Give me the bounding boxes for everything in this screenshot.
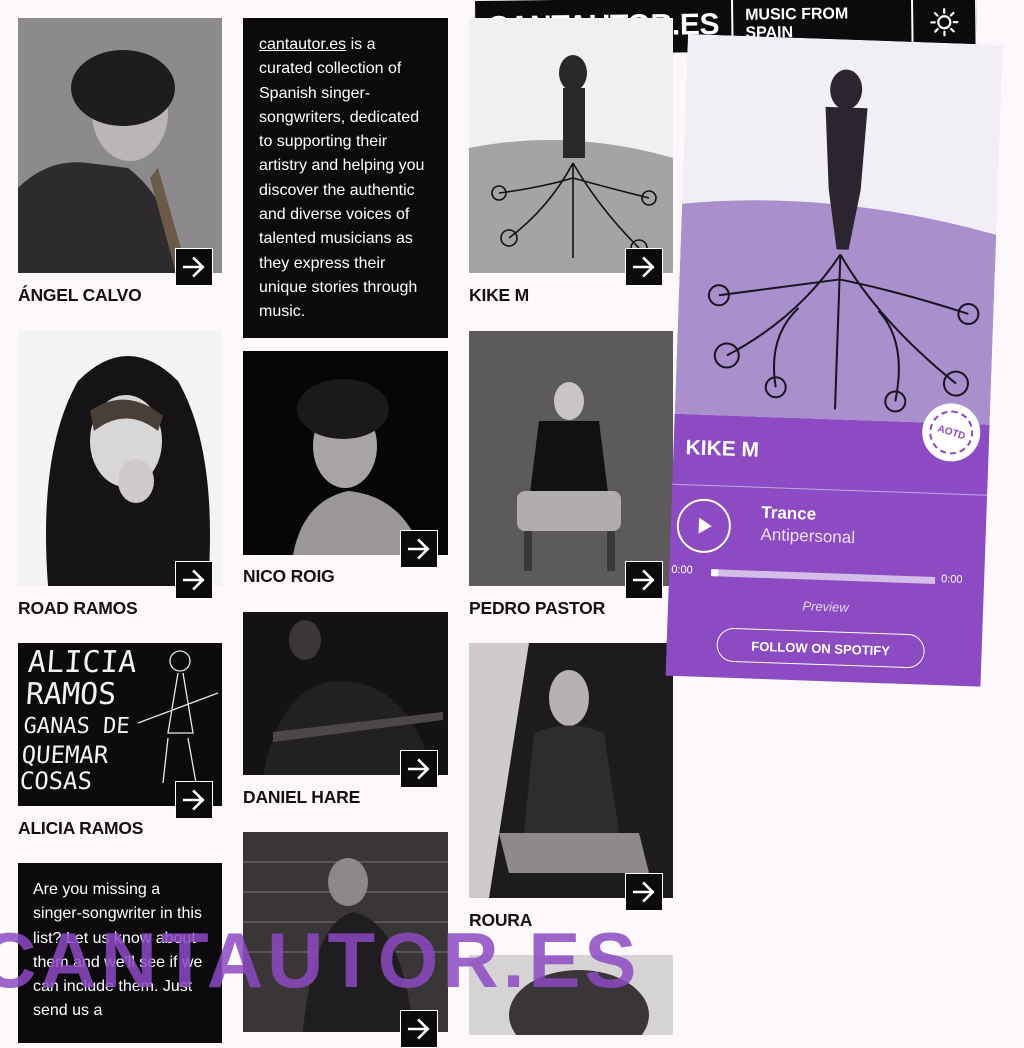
artist-photo [469,331,673,586]
missing-artist-box: Are you missing a singer-songwriter in t… [18,863,222,1043]
artist-photo [243,351,448,555]
artist-name[interactable]: ALICIA RAMOS [18,818,143,839]
artist-photo [18,18,222,273]
cover-text-line: ALICIA [27,647,138,679]
play-button[interactable] [676,498,732,554]
artist-name[interactable]: DANIEL HARE [243,787,360,808]
cover-text-line: COSAS [19,767,129,795]
sun-icon [929,7,959,37]
arrow-right-icon [181,787,207,813]
artist-photo [469,955,673,1035]
open-artist-button[interactable] [175,781,213,819]
missing-artist-text: Are you missing a singer-songwriter in t… [33,881,202,1019]
arrow-right-icon [406,536,432,562]
artist-name[interactable]: ROURA [469,910,532,931]
arrow-right-icon [631,254,657,280]
track-title: Trance [761,503,816,525]
open-artist-button[interactable] [175,561,213,599]
artist-name[interactable]: ROAD RAMOS [18,598,138,619]
open-artist-button[interactable] [625,873,663,911]
arrow-right-icon [631,567,657,593]
preview-label: Preview [668,594,983,620]
player-artwork [675,34,1003,425]
cover-text-line: GANAS DE [22,711,133,743]
open-artist-button[interactable] [625,248,663,286]
follow-on-spotify-button[interactable]: FOLLOW ON SPOTIFY [716,627,925,668]
artist-photo [18,331,222,586]
progress-bar[interactable] [711,569,935,584]
time-current: 0:00 [671,564,693,577]
track-album: Antipersonal [760,525,855,548]
artist-name[interactable]: PEDRO PASTOR [469,598,605,619]
aotd-badge-text: AOTD [936,423,966,442]
time-total: 0:00 [941,573,963,586]
play-icon [691,513,716,538]
open-artist-button[interactable] [400,750,438,788]
open-artist-button[interactable] [175,248,213,286]
artist-name[interactable]: ÁNGEL CALVO [18,285,142,306]
arrow-right-icon [631,879,657,905]
intro-text: is a curated collection of Spanish singe… [259,36,424,320]
artist-name[interactable]: NICO ROIG [243,566,335,587]
open-artist-button[interactable] [400,530,438,568]
arrow-right-icon [181,567,207,593]
artist-photo [469,18,673,273]
player-artist-name[interactable]: KIKE M [685,436,759,463]
open-artist-button[interactable] [400,1010,438,1048]
cover-text-line: QUEMAR [21,743,131,767]
artist-name[interactable]: KIKE M [469,285,529,306]
arrow-right-icon [406,756,432,782]
site-link[interactable]: cantautor.es [259,36,346,53]
open-artist-button[interactable] [625,561,663,599]
artist-photo [469,643,673,898]
progress-fill [711,569,718,576]
artist-photo [243,832,448,1032]
arrow-right-icon [406,1016,432,1042]
player-divider [672,484,987,496]
cover-text-line: RAMOS [25,679,136,711]
arrow-right-icon [181,254,207,280]
intro-box: cantautor.es is a curated collection of … [243,18,448,338]
featured-player: KIKE M Trance Antipersonal 0:00 0:00 Pre… [666,34,1003,687]
